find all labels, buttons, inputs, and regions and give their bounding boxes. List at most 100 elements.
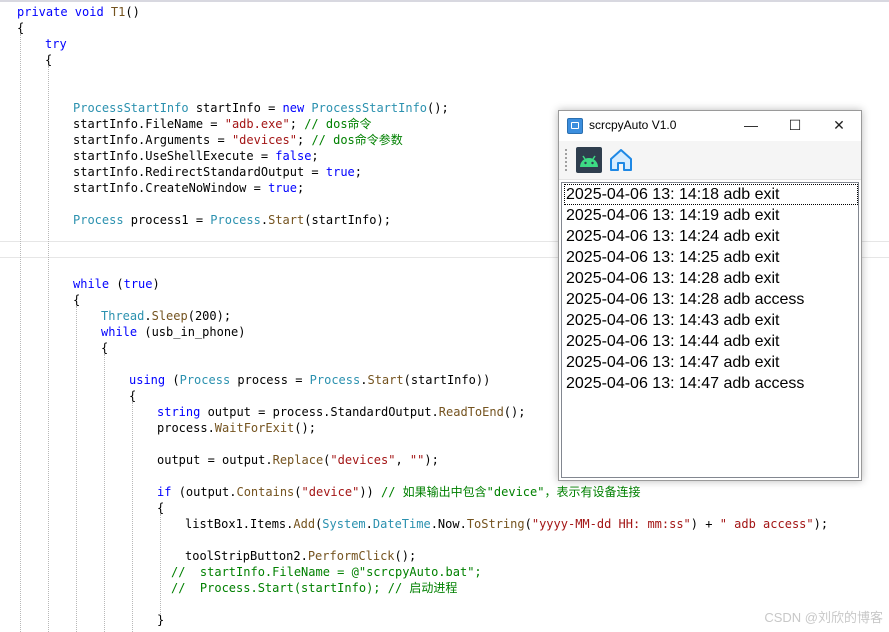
code-token: (output. xyxy=(178,485,237,499)
close-button[interactable]: ✕ xyxy=(817,111,861,141)
list-item[interactable]: 2025-04-06 13: 14:19 adb exit xyxy=(564,205,780,226)
code-token: { xyxy=(157,501,165,515)
code-token: while xyxy=(73,277,117,291)
code-token: startInfo.RedirectStandardOutput = xyxy=(73,165,326,179)
code-line: // startInfo.FileName = @"scrcpyAuto.bat… xyxy=(171,564,482,580)
list-item[interactable]: 2025-04-06 13: 14:25 adb exit xyxy=(564,247,780,268)
code-token: Process xyxy=(309,373,361,387)
code-line: startInfo.CreateNoWindow = true; xyxy=(73,180,304,196)
code-token: ( xyxy=(116,277,124,291)
code-token: using xyxy=(129,373,173,387)
list-item[interactable]: 2025-04-06 13: 14:47 adb access xyxy=(564,373,804,394)
code-line: output = output.Replace("devices", ""); xyxy=(157,452,439,468)
code-token: .Now. xyxy=(430,517,467,531)
code-line: toolStripButton2.PerformClick(); xyxy=(185,548,416,564)
indent-guide xyxy=(48,66,49,632)
list-item[interactable]: 2025-04-06 13: 14:24 adb exit xyxy=(564,226,780,247)
code-token: true xyxy=(268,181,297,195)
android-button[interactable] xyxy=(575,146,603,174)
code-token: (200); xyxy=(187,309,232,323)
code-token: { xyxy=(73,293,81,307)
code-token: ; xyxy=(289,117,305,131)
list-item[interactable]: 2025-04-06 13: 14:44 adb exit xyxy=(564,331,780,352)
code-token: , xyxy=(395,453,410,467)
code-token: (); xyxy=(294,421,316,435)
minimize-button[interactable]: — xyxy=(729,111,773,141)
code-token: try xyxy=(45,37,67,51)
code-token: DateTime xyxy=(372,517,431,531)
home-button[interactable] xyxy=(607,146,635,174)
maximize-button[interactable]: ☐ xyxy=(773,111,817,141)
code-token: // dos命令 xyxy=(304,117,372,131)
code-token: listBox1.Items. xyxy=(185,517,294,531)
code-line: if (output.Contains("device")) // 如果输出中包… xyxy=(157,484,640,500)
indent-guide xyxy=(76,306,77,632)
code-token: startInfo.Arguments = xyxy=(73,133,232,147)
code-token: ; xyxy=(311,149,319,163)
code-line: using (Process process = Process.Start(s… xyxy=(129,372,490,388)
code-token: process = xyxy=(230,373,310,387)
code-token: { xyxy=(101,341,109,355)
code-token: Process xyxy=(73,213,124,227)
code-line: string output = process.StandardOutput.R… xyxy=(157,404,525,420)
code-token: Start xyxy=(268,213,305,227)
code-token: startInfo.CreateNoWindow = xyxy=(73,181,269,195)
code-token: // startInfo.FileName = @"scrcpyAuto.bat… xyxy=(171,565,482,579)
code-token: ); xyxy=(813,517,829,531)
code-token: "device" xyxy=(301,485,360,499)
code-line: startInfo.UseShellExecute = false; xyxy=(73,148,319,164)
code-token: ProcessStartInfo xyxy=(311,101,428,115)
editor-top-border xyxy=(0,0,889,2)
code-token: " adb access" xyxy=(719,517,814,531)
list-item[interactable]: 2025-04-06 13: 14:28 adb access xyxy=(564,289,804,310)
log-listbox[interactable]: 2025-04-06 13: 14:18 adb exit 2025-04-06 … xyxy=(561,182,859,478)
code-token: false xyxy=(275,149,312,163)
code-token: new xyxy=(282,101,312,115)
code-token: ReadToEnd xyxy=(438,405,504,419)
code-token: Replace xyxy=(272,453,324,467)
code-token: output = process.StandardOutput. xyxy=(207,405,439,419)
code-line: { xyxy=(73,292,80,308)
list-item[interactable]: 2025-04-06 13: 14:28 adb exit xyxy=(564,268,780,289)
toolstrip-grip[interactable] xyxy=(565,149,569,171)
code-token: string xyxy=(157,405,208,419)
code-token: ( xyxy=(524,517,532,531)
code-line: { xyxy=(129,388,136,404)
home-icon xyxy=(610,149,632,171)
code-token: (startInfo); xyxy=(304,213,391,227)
code-line: startInfo.RedirectStandardOutput = true; xyxy=(73,164,362,180)
code-token: "devices" xyxy=(330,453,396,467)
code-line: } xyxy=(157,612,164,628)
title-bar[interactable]: scrcpyAuto V1.0 — ☐ ✕ xyxy=(559,111,861,141)
code-line: while (usb_in_phone) xyxy=(101,324,246,340)
code-token: true xyxy=(325,165,355,179)
code-line: Process process1 = Process.Start(startIn… xyxy=(73,212,391,228)
code-token: (usb_in_phone) xyxy=(144,325,246,339)
code-token: (startInfo)) xyxy=(403,373,491,387)
code-line: while (true) xyxy=(73,276,160,292)
indent-guide xyxy=(132,402,133,632)
indent-guide xyxy=(20,34,21,632)
code-token: System xyxy=(322,517,366,531)
code-token: output = output. xyxy=(157,453,273,467)
code-token: ; xyxy=(354,165,363,179)
code-token: (); xyxy=(427,101,449,115)
code-token: () xyxy=(125,5,140,19)
code-token: )) xyxy=(359,485,381,499)
code-token: { xyxy=(129,389,137,403)
toolstrip xyxy=(559,141,861,180)
code-token: ( xyxy=(294,485,302,499)
watermark: CSDN @刘欣的博客 xyxy=(764,610,883,625)
code-line: { xyxy=(101,340,108,356)
code-token: "" xyxy=(409,453,425,467)
code-token: ProcessStartInfo xyxy=(73,101,189,115)
list-item[interactable]: 2025-04-06 13: 14:43 adb exit xyxy=(564,310,780,331)
scrcpyauto-window[interactable]: scrcpyAuto V1.0 — ☐ ✕ 2025-04-06 13: 14:… xyxy=(558,110,862,481)
list-item[interactable]: 2025-04-06 13: 14:18 adb exit xyxy=(564,184,858,205)
code-token: process1 = xyxy=(123,213,211,227)
list-item[interactable]: 2025-04-06 13: 14:47 adb exit xyxy=(564,352,780,373)
code-token: { xyxy=(17,21,25,35)
code-line: { xyxy=(45,52,52,68)
code-token: Contains xyxy=(236,485,295,499)
code-token: startInfo = xyxy=(188,101,283,115)
